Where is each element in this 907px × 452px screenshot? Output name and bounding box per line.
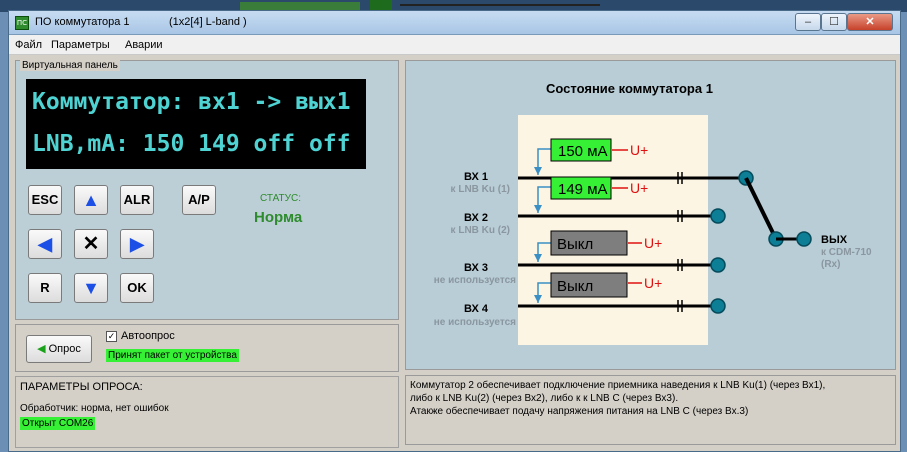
input-3: Выкл U+ xyxy=(518,230,726,273)
play-left-icon: ◀ xyxy=(37,343,46,355)
switch-state-panel: Состояние коммутатора 1 150 мА U+ 149 мА… xyxy=(405,60,896,370)
window-subtitle: (1x2[4] L-band ) xyxy=(169,16,247,28)
input-4-name: ВХ 4 xyxy=(464,303,489,315)
down-button[interactable]: ▼ xyxy=(74,273,108,303)
checkmark-icon: ✓ xyxy=(107,331,116,341)
menu-bar: Файл Параметры Аварии xyxy=(9,35,900,55)
poll-button[interactable]: ◀ Опрос xyxy=(26,335,92,363)
output-node-icon xyxy=(796,231,812,247)
virtual-panel-label: Виртуальная панель xyxy=(20,60,120,71)
virtual-panel: Виртуальная панель Коммутатор: вх1 -> вы… xyxy=(15,60,399,320)
title-bar[interactable]: ПС ПО коммутатора 1 (1x2[4] L-band ) ‒ ☐… xyxy=(9,11,900,35)
input-4-sub: не используется xyxy=(434,317,516,328)
description-line-1: Коммутатор 2 обеспечивает подключение пр… xyxy=(410,380,826,391)
input-4-current: Выкл xyxy=(557,278,593,295)
description-box: Коммутатор 2 обеспечивает подключение пр… xyxy=(405,375,896,445)
r-button[interactable]: R xyxy=(28,273,62,303)
maximize-icon: ☐ xyxy=(829,16,839,28)
arrow-down-icon: ▼ xyxy=(82,278,100,298)
input-1-name: ВХ 1 xyxy=(464,171,488,183)
menu-alarms[interactable]: Аварии xyxy=(125,39,163,51)
input-3-power: U+ xyxy=(644,235,662,251)
params-port: Открыт COM26 xyxy=(20,417,96,430)
background-window-strip xyxy=(240,2,360,10)
poll-params: ПАРАМЕТРЫ ОПРОСА: Обработчик: норма, нет… xyxy=(15,376,399,448)
input-2-power: U+ xyxy=(630,180,648,196)
alr-button[interactable]: ALR xyxy=(120,185,154,215)
description-line-2: либо к LNB Ku(2) (через Вх2), либо к к L… xyxy=(410,393,679,404)
lcd-line-1: Коммутатор: вх1 -> вых1 xyxy=(32,89,351,115)
input-2-sub: к LNB Ku (2) xyxy=(451,225,510,236)
esc-button[interactable]: ESC xyxy=(28,185,62,215)
arrow-right-icon: ▶ xyxy=(130,234,144,254)
app-icon: ПС xyxy=(15,16,29,30)
app-window: ПС ПО коммутатора 1 (1x2[4] L-band ) ‒ ☐… xyxy=(8,10,901,452)
cross-icon: ✕ xyxy=(82,233,100,255)
output-name: ВЫХ xyxy=(821,234,848,246)
lcd-display: Коммутатор: вх1 -> вых1 LNB,mA: 150 149 … xyxy=(26,79,366,169)
input-2-node-icon xyxy=(710,208,726,224)
input-4: Выкл U+ xyxy=(518,272,726,314)
input-2-current: 149 мА xyxy=(558,181,608,198)
menu-params[interactable]: Параметры xyxy=(51,39,110,51)
menu-file[interactable]: Файл xyxy=(15,39,42,51)
autopoll-label: Автоопрос xyxy=(121,330,175,342)
up-button[interactable]: ▲ xyxy=(74,185,108,215)
minimize-button[interactable]: ‒ xyxy=(795,13,821,31)
switch-arm xyxy=(744,177,778,240)
poll-group: ◀ Опрос ✓ Автоопрос Принят пакет от устро… xyxy=(15,324,399,372)
cancel-button[interactable]: ✕ xyxy=(74,229,108,259)
status-value: Норма xyxy=(254,209,303,226)
params-handler: Обработчик: норма, нет ошибок xyxy=(20,403,169,414)
autopoll-checkbox[interactable]: ✓ xyxy=(106,331,117,342)
input-1-sub: к LNB Ku (1) xyxy=(451,184,510,195)
input-4-power: U+ xyxy=(644,275,662,291)
output-sub-2: (Rx) xyxy=(821,259,840,270)
switch-diagram: 150 мА U+ 149 мА U+ Выкл U+ Выкл U+ ВХ 1… xyxy=(434,138,872,328)
poll-button-label: Опрос xyxy=(48,343,81,355)
input-3-name: ВХ 3 xyxy=(464,262,488,274)
input-2: 149 мА U+ xyxy=(518,176,726,224)
right-button[interactable]: ▶ xyxy=(120,229,154,259)
minimize-icon: ‒ xyxy=(804,16,812,28)
arrow-up-icon: ▲ xyxy=(82,190,100,210)
description-line-3: Атакже обеспечивает подачу напряжения пи… xyxy=(410,406,749,417)
close-icon: ✕ xyxy=(865,16,875,28)
close-button[interactable]: ✕ xyxy=(847,13,893,31)
output-sub-1: к CDM-710 xyxy=(821,247,872,258)
input-3-current: Выкл xyxy=(557,236,593,253)
input-4-node-icon xyxy=(710,298,726,314)
status-label: СТАТУС: xyxy=(260,193,302,204)
lcd-line-2: LNB,mA: 150 149 off off xyxy=(32,131,351,157)
left-panel: Виртуальная панель Коммутатор: вх1 -> вы… xyxy=(15,60,399,448)
left-button[interactable]: ◀ xyxy=(28,229,62,259)
params-heading: ПАРАМЕТРЫ ОПРОСА: xyxy=(20,381,143,393)
packet-status: Принят пакет от устройства xyxy=(106,349,239,362)
window-title: ПО коммутатора 1 xyxy=(35,16,130,28)
maximize-button[interactable]: ☐ xyxy=(821,13,847,31)
input-2-name: ВХ 2 xyxy=(464,212,488,224)
ap-button[interactable]: A/P xyxy=(182,185,216,215)
background-line xyxy=(400,4,600,6)
input-3-node-icon xyxy=(710,257,726,273)
arrow-left-icon: ◀ xyxy=(38,234,52,254)
input-1-power: U+ xyxy=(630,142,648,158)
input-1-current: 150 мА xyxy=(558,143,608,160)
ok-button[interactable]: OK xyxy=(120,273,154,303)
input-3-sub: не используется xyxy=(434,275,516,286)
